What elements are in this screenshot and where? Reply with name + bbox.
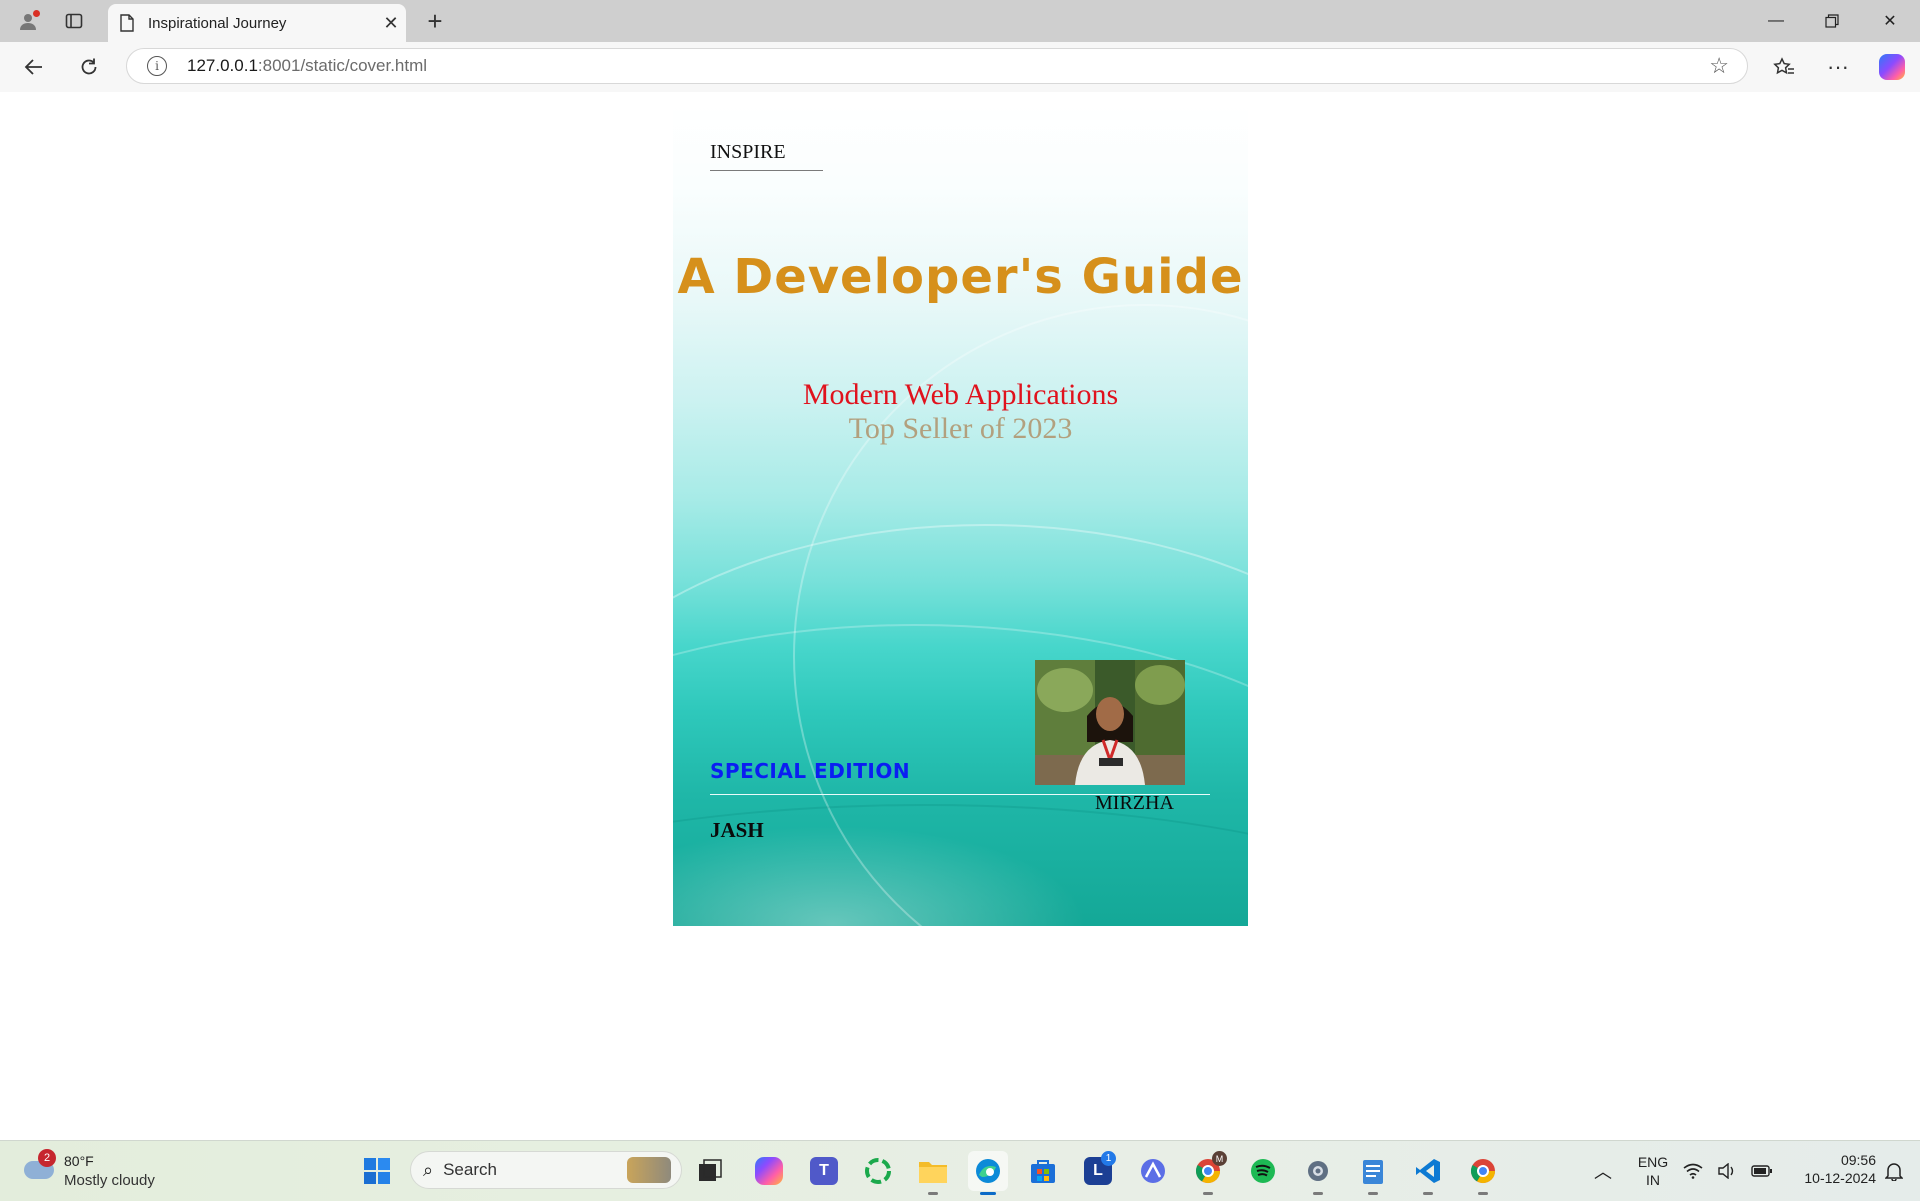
show-hidden-icons-chevron-icon[interactable]: ︿ <box>1583 1151 1623 1191</box>
clock-time: 09:56 <box>1840 1152 1876 1168</box>
task-view-icon[interactable] <box>690 1151 730 1191</box>
search-icon: ⌕ <box>423 1159 434 1180</box>
taskbar: 2 80°F Mostly cloudy ⌕ Search T L 1 M ︿ … <box>0 1140 1920 1201</box>
book-cover: INSPIRE A Developer's Guide Modern Web A… <box>673 104 1248 926</box>
running-indicator <box>1423 1192 1433 1195</box>
running-indicator <box>1368 1192 1378 1195</box>
l-app-icon[interactable]: L 1 <box>1078 1151 1118 1191</box>
browser-toolbar: i 127.0.0.1:8001/static/cover.html ☆ ··· <box>0 42 1920 92</box>
url-path: :8001/static/cover.html <box>257 56 428 75</box>
favorite-star-icon[interactable]: ☆ <box>1709 53 1729 79</box>
weather-temp: 80°F <box>64 1153 94 1169</box>
profile-icon[interactable] <box>12 6 44 36</box>
running-indicator <box>928 1192 938 1195</box>
back-button[interactable] <box>16 50 52 84</box>
favorites-icon[interactable] <box>1766 50 1802 84</box>
region-code: IN <box>1646 1172 1660 1188</box>
taskbar-search[interactable]: ⌕ Search <box>410 1151 682 1189</box>
arc-app-icon[interactable] <box>1133 1151 1173 1191</box>
input-language[interactable]: ENG IN <box>1628 1153 1678 1189</box>
close-tab-icon[interactable]: ✕ <box>376 13 406 34</box>
microsoft-store-icon[interactable] <box>1023 1151 1063 1191</box>
weather-widget[interactable]: 2 80°F Mostly cloudy <box>22 1149 172 1193</box>
file-explorer-icon[interactable] <box>913 1151 953 1195</box>
edition-label: SPECIAL EDITION <box>710 759 911 783</box>
weather-badge: 2 <box>38 1149 56 1167</box>
tab-title: Inspirational Journey <box>148 14 287 32</box>
restore-button[interactable] <box>1804 0 1860 42</box>
volume-icon <box>1718 1163 1734 1179</box>
spotify-icon[interactable] <box>1243 1151 1283 1191</box>
url-text: 127.0.0.1:8001/static/cover.html <box>187 56 427 76</box>
clock-date: 10-12-2024 <box>1804 1170 1876 1186</box>
edge-icon[interactable] <box>968 1151 1008 1195</box>
new-tab-button[interactable]: + <box>419 6 451 36</box>
notifications-bell-icon[interactable] <box>1876 1151 1912 1191</box>
chrome-profile-icon[interactable]: M <box>1188 1151 1228 1195</box>
publisher-brand: INSPIRE <box>710 141 786 163</box>
chrome-profile-badge: M <box>1212 1151 1227 1166</box>
clock[interactable]: 09:56 10-12-2024 <box>1780 1151 1876 1187</box>
page-viewport: INSPIRE A Developer's Guide Modern Web A… <box>5 92 1915 1136</box>
system-tray-status[interactable] <box>1676 1151 1780 1191</box>
search-label: Search <box>443 1160 497 1179</box>
weather-condition: Mostly cloudy <box>64 1172 155 1189</box>
author-name-left: JASH <box>710 818 764 842</box>
address-bar[interactable]: i 127.0.0.1:8001/static/cover.html ☆ <box>126 48 1748 84</box>
copilot-icon[interactable] <box>1874 50 1910 84</box>
battery-icon <box>1751 1165 1772 1177</box>
site-info-icon[interactable]: i <box>147 56 167 76</box>
close-window-button[interactable]: ✕ <box>1862 0 1918 42</box>
language-code: ENG <box>1637 1154 1669 1170</box>
author-name-right: MIRZHA <box>1095 792 1174 814</box>
tab-active[interactable]: Inspirational Journey ✕ <box>108 4 406 42</box>
book-subtitle: Modern Web Applications <box>802 378 1119 411</box>
windows-start-icon[interactable] <box>357 1151 397 1191</box>
vscode-icon[interactable] <box>1408 1151 1448 1195</box>
copilot-app-icon[interactable] <box>749 1151 789 1191</box>
l-app-badge: 1 <box>1101 1151 1116 1166</box>
brand-underline <box>710 170 823 171</box>
green-circle-app-icon[interactable] <box>858 1151 898 1191</box>
minimize-button[interactable]: — <box>1748 0 1804 42</box>
chrome-icon[interactable] <box>1463 1151 1503 1195</box>
settings-icon[interactable] <box>1298 1151 1338 1195</box>
author-photo <box>1035 660 1185 785</box>
browser-tab-bar: Inspirational Journey ✕ + — ✕ <box>0 0 1920 42</box>
running-indicator <box>1478 1192 1488 1195</box>
notepad-icon[interactable] <box>1353 1151 1393 1195</box>
book-tagline: Top Seller of 2023 <box>848 412 1073 445</box>
wifi-icon <box>1683 1163 1703 1179</box>
tab-actions-icon[interactable] <box>58 6 90 36</box>
search-highlight-icon <box>627 1157 671 1183</box>
teams-icon[interactable]: T <box>804 1151 844 1191</box>
book-title: A Developer's Guide <box>677 249 1244 305</box>
more-options-icon[interactable]: ··· <box>1820 50 1856 84</box>
refresh-button[interactable] <box>71 50 107 84</box>
running-indicator <box>1203 1192 1213 1195</box>
active-indicator <box>980 1192 996 1195</box>
running-indicator <box>1313 1192 1323 1195</box>
page-icon <box>120 14 136 32</box>
url-host: 127.0.0.1 <box>187 56 258 75</box>
